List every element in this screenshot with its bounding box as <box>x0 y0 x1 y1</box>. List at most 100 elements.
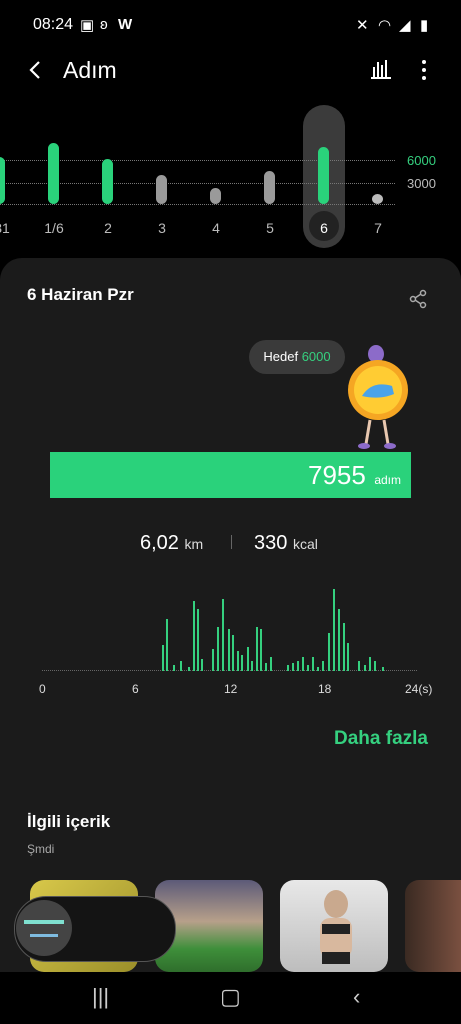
day-label-5[interactable]: 5 <box>250 220 290 236</box>
hour-bar-10 <box>222 599 224 671</box>
hour-tick-12: 12 <box>224 682 238 696</box>
distance-unit: km <box>184 536 204 552</box>
day-bar-1[interactable] <box>48 143 59 204</box>
share-icon[interactable] <box>408 289 428 309</box>
goal-line-6000 <box>0 160 395 161</box>
hour-bar-3 <box>180 661 182 671</box>
hour-bar-26 <box>312 657 314 671</box>
related-card-3[interactable] <box>280 880 388 972</box>
hour-bar-16 <box>251 661 253 671</box>
hour-bar-20 <box>270 657 272 671</box>
hour-bar-9 <box>217 627 219 671</box>
hour-bar-31 <box>338 609 340 671</box>
status-time: 08:24 <box>33 16 74 33</box>
day-label-4[interactable]: 4 <box>196 220 236 236</box>
hour-bar-38 <box>382 667 384 671</box>
calories-value: 330 <box>254 532 288 554</box>
hour-bar-28 <box>322 661 324 671</box>
day-bar-3[interactable] <box>156 175 167 204</box>
mute-icon: ✕ <box>356 17 369 34</box>
day-label-7[interactable]: 7 <box>358 220 398 236</box>
calories-stat: 330 kcal <box>254 532 318 555</box>
goal-bubble: Hedef 6000 <box>249 340 345 374</box>
hour-bar-15 <box>247 647 249 671</box>
day-bar-0[interactable] <box>0 157 5 204</box>
more-vertical-icon[interactable] <box>414 58 434 82</box>
status-bar: 08:24 ▣ ʚ W ✕ ◠ ◢ ▮ <box>0 0 461 50</box>
hour-bar-23 <box>297 661 299 671</box>
wave-icon: W <box>118 16 133 33</box>
bluetooth-icon: ʚ <box>100 16 108 33</box>
day-bar-7[interactable] <box>372 194 383 204</box>
hourly-steps-chart <box>42 580 422 675</box>
weekly-steps-chart: 6000 3000 31 1/6 234567 <box>0 100 461 250</box>
hour-tick-24: 24(s) <box>405 682 433 696</box>
hour-bar-19 <box>265 663 267 671</box>
day-bar-4[interactable] <box>210 188 221 204</box>
day-label-6[interactable]: 6 <box>304 220 344 236</box>
image-icon: ▣ <box>80 17 95 34</box>
hour-bar-27 <box>317 667 319 671</box>
hour-bar-17 <box>256 627 258 671</box>
back-arrow-icon[interactable] <box>24 58 48 82</box>
distance-value: 6,02 <box>140 532 179 554</box>
related-title: İlgili içerik <box>27 812 111 831</box>
bar-chart-icon[interactable] <box>370 58 392 80</box>
mini-bar-1 <box>24 920 64 924</box>
wifi-icon: ◠ <box>378 17 392 34</box>
signal-icon: ◢ <box>399 17 411 34</box>
hour-bar-35 <box>364 665 366 671</box>
hour-bar-6 <box>197 609 199 671</box>
hour-bar-11 <box>228 629 230 671</box>
stat-divider <box>231 535 232 549</box>
hour-tick-6: 6 <box>132 682 139 696</box>
recents-icon[interactable]: ||| <box>92 984 109 1010</box>
hour-bar-30 <box>333 589 335 671</box>
related-card-4[interactable] <box>405 880 461 972</box>
hour-bar-14 <box>241 655 243 671</box>
hour-tick-0: 0 <box>39 682 46 696</box>
steps-unit: adım <box>374 473 401 487</box>
system-nav-bar: ||| ▢ ‹ <box>0 972 461 1024</box>
goal-prefix: Hedef <box>263 349 299 364</box>
hour-bar-36 <box>369 657 371 671</box>
hour-bar-24 <box>302 657 304 671</box>
goal-value: 6000 <box>301 349 331 364</box>
hour-bar-29 <box>328 633 330 671</box>
day-label-1[interactable]: 1/6 <box>34 220 74 236</box>
day-label-2[interactable]: 2 <box>88 220 128 236</box>
mascot-illustration <box>348 345 408 449</box>
hour-bar-4 <box>188 667 190 671</box>
hour-bar-25 <box>307 665 309 671</box>
hour-bar-37 <box>374 661 376 671</box>
day-bar-6[interactable] <box>318 146 329 204</box>
hour-bar-2 <box>173 665 175 671</box>
day-bar-5[interactable] <box>264 171 275 204</box>
steps-value: 7955 <box>308 460 366 490</box>
distance-stat: 6,02 km <box>140 532 203 555</box>
day-bar-2[interactable] <box>102 158 113 204</box>
battery-icon: ▮ <box>420 17 429 34</box>
goal-line-3000 <box>0 183 395 184</box>
home-icon[interactable]: ▢ <box>220 984 241 1010</box>
hour-bar-12 <box>232 635 234 671</box>
hour-bar-1 <box>166 619 168 671</box>
day-label-0[interactable]: 31 <box>0 220 22 236</box>
baseline-line <box>0 204 395 205</box>
hour-bar-8 <box>212 649 214 671</box>
nav-back-icon[interactable]: ‹ <box>353 984 360 1010</box>
day-date: 6 Haziran Pzr <box>27 285 134 304</box>
day-label-3[interactable]: 3 <box>142 220 182 236</box>
hour-bar-22 <box>292 663 294 671</box>
goal-label-6000: 6000 <box>407 153 436 168</box>
hour-bar-21 <box>287 665 289 671</box>
mini-player-thumbnail <box>16 900 72 956</box>
page-title: Adım <box>63 57 117 83</box>
hour-bar-18 <box>260 629 262 671</box>
hour-bar-33 <box>347 643 349 671</box>
hour-bar-34 <box>358 661 360 671</box>
hour-bar-32 <box>343 623 345 671</box>
athlete-figure <box>320 890 352 964</box>
hour-bar-13 <box>237 651 239 671</box>
more-button[interactable]: Daha fazla <box>334 728 428 750</box>
